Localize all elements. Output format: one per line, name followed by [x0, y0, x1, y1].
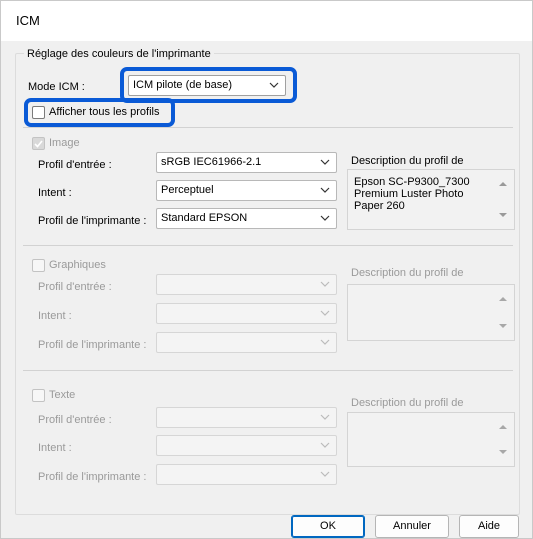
chevron-down-icon [320, 281, 330, 287]
chevron-down-icon [320, 187, 330, 193]
graphics-description-box [347, 284, 515, 341]
chevron-down-icon [320, 414, 330, 420]
title-bar: ICM [1, 1, 532, 41]
separator [23, 127, 513, 128]
image-intent-label: Intent : [38, 187, 72, 199]
text-input-profile-select[interactable] [156, 407, 337, 428]
text-description-label: Description du profil de [351, 397, 464, 409]
icm-dialog: ICM Réglage des couleurs de l'imprimante… [0, 0, 533, 539]
scroll-up-icon[interactable] [498, 423, 508, 431]
image-printer-profile-label: Profil de l'imprimante : [38, 215, 147, 227]
chevron-down-icon [320, 215, 330, 221]
image-description-box: Epson SC-P9300_7300 Premium Luster Photo… [347, 169, 515, 230]
scroll-up-icon[interactable] [498, 180, 508, 188]
graphics-printer-profile-label: Profil de l'imprimante : [38, 339, 147, 351]
graphics-input-profile-label: Profil d'entrée : [38, 281, 112, 293]
scroll-down-icon[interactable] [498, 448, 508, 456]
image-intent-value: Perceptuel [161, 184, 214, 196]
graphics-checkbox[interactable] [32, 259, 45, 272]
show-all-profiles-highlight [24, 98, 175, 127]
text-intent-select[interactable] [156, 435, 337, 456]
image-printer-profile-select[interactable]: Standard EPSON [156, 208, 337, 229]
text-description-box [347, 412, 515, 467]
chevron-down-icon [320, 310, 330, 316]
graphics-section-title: Graphiques [49, 259, 106, 271]
scroll-down-icon[interactable] [498, 322, 508, 330]
text-checkbox[interactable] [32, 389, 45, 402]
cancel-button[interactable]: Annuler [375, 515, 449, 538]
mode-icm-label: Mode ICM : [28, 81, 85, 93]
chevron-down-icon [320, 442, 330, 448]
graphics-input-profile-select[interactable] [156, 274, 337, 295]
image-input-profile-value: sRGB IEC61966-2.1 [161, 156, 262, 168]
graphics-printer-profile-select[interactable] [156, 332, 337, 353]
scroll-down-icon[interactable] [498, 211, 508, 219]
graphics-intent-label: Intent : [38, 310, 72, 322]
text-input-profile-label: Profil d'entrée : [38, 414, 112, 426]
image-description-text: Epson SC-P9300_7300 Premium Luster Photo… [354, 176, 470, 212]
image-input-profile-label: Profil d'entrée : [38, 159, 112, 171]
separator [23, 245, 513, 246]
text-section-title: Texte [49, 389, 76, 401]
text-printer-profile-label: Profil de l'imprimante : [38, 471, 147, 483]
ok-button[interactable]: OK [291, 515, 365, 538]
chevron-down-icon [320, 159, 330, 165]
graphics-description-label: Description du profil de [351, 267, 464, 279]
image-intent-select[interactable]: Perceptuel [156, 180, 337, 201]
groupbox-legend: Réglage des couleurs de l'imprimante [24, 48, 214, 60]
image-section-title: Image [49, 137, 80, 149]
image-checkbox[interactable] [32, 137, 45, 150]
text-intent-label: Intent : [38, 442, 72, 454]
graphics-intent-select[interactable] [156, 303, 337, 324]
checkmark-icon [34, 140, 43, 148]
chevron-down-icon [320, 471, 330, 477]
text-printer-profile-select[interactable] [156, 464, 337, 485]
image-input-profile-select[interactable]: sRGB IEC61966-2.1 [156, 152, 337, 173]
separator [23, 370, 513, 371]
window-title: ICM [16, 13, 40, 28]
image-description-label: Description du profil de [351, 155, 464, 167]
chevron-down-icon [320, 339, 330, 345]
help-button[interactable]: Aide [459, 515, 519, 538]
image-printer-profile-value: Standard EPSON [161, 212, 248, 224]
scroll-up-icon[interactable] [498, 295, 508, 303]
